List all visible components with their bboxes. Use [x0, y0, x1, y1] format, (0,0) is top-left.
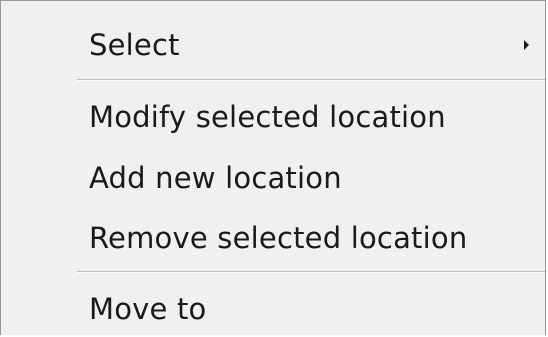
menu-item-label: Select — [89, 28, 180, 62]
menu-item-select[interactable]: Select — [63, 17, 545, 73]
menu-icon-gutter — [1, 1, 63, 335]
menu-item-modify-selected-location[interactable]: Modify selected location — [63, 89, 545, 145]
menu-item-label: Modify selected location — [89, 100, 446, 134]
menu-item-label: Remove selected location — [89, 221, 468, 255]
menu-item-label: Add new location — [89, 161, 342, 195]
menu-item-move-to[interactable]: Move to — [63, 281, 545, 337]
menu-separator — [77, 79, 545, 81]
menu-item-label: Move to — [89, 292, 207, 326]
menu-separator — [77, 271, 545, 273]
chevron-right-icon — [524, 40, 529, 50]
context-menu: Select Modify selected location Add new … — [0, 0, 546, 335]
menu-item-remove-selected-location[interactable]: Remove selected location — [63, 210, 545, 266]
menu-item-add-new-location[interactable]: Add new location — [63, 150, 545, 206]
